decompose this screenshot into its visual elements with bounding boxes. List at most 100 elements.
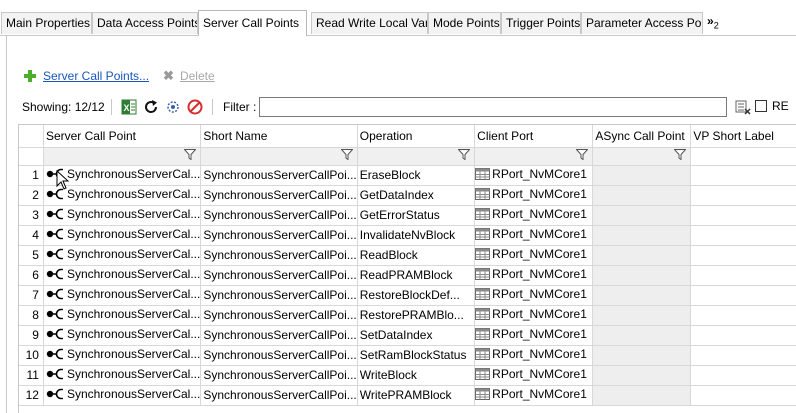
client-port-cell[interactable]: RPort_NvMCore1 <box>474 165 594 186</box>
short-name-cell[interactable]: SynchronousServerCallPoi... <box>200 365 358 386</box>
column-header-vp-short-label[interactable]: VP Short Label <box>690 125 796 148</box>
client-port-cell[interactable]: RPort_NvMCore1 <box>474 185 594 206</box>
tab-overflow-button[interactable]: »2 <box>707 12 719 32</box>
server-call-point-cell[interactable]: SynchronousServerCal... <box>43 265 202 286</box>
regex-checkbox[interactable] <box>755 100 767 112</box>
refresh-icon[interactable] <box>143 99 159 115</box>
short-name-cell[interactable]: SynchronousServerCallPoi... <box>200 385 358 406</box>
server-call-point-cell[interactable]: SynchronousServerCal... <box>43 285 202 306</box>
filter-funnel-icon[interactable] <box>457 149 471 163</box>
client-port-cell[interactable]: RPort_NvMCore1 <box>474 285 594 306</box>
tab-data-access-points[interactable]: Data Access Points <box>92 12 198 34</box>
async-call-point-cell[interactable] <box>592 165 692 186</box>
vp-short-label-cell[interactable] <box>690 205 796 226</box>
vp-short-label-cell[interactable] <box>690 345 796 366</box>
async-call-point-cell[interactable] <box>592 205 692 226</box>
operation-cell[interactable]: GetErrorStatus <box>357 205 476 226</box>
vp-short-label-cell[interactable] <box>690 245 796 266</box>
server-call-point-cell[interactable]: SynchronousServerCal... <box>43 325 202 346</box>
server-call-point-cell[interactable]: SynchronousServerCal... <box>43 365 202 386</box>
operation-cell[interactable]: RestoreBlockDef... <box>357 285 476 306</box>
filter-funnel-icon[interactable] <box>575 149 589 163</box>
async-call-point-cell[interactable] <box>592 185 692 206</box>
operation-cell[interactable]: ReadPRAMBlock <box>357 265 476 286</box>
vp-short-label-cell[interactable] <box>690 325 796 346</box>
column-header-client-port[interactable]: Client Port <box>474 125 594 148</box>
server-call-point-cell[interactable]: SynchronousServerCal... <box>43 345 202 366</box>
table-row[interactable]: 10 SynchronousServerCal... SynchronousServ… <box>19 345 796 366</box>
vp-short-label-cell[interactable] <box>690 225 796 246</box>
vp-short-label-cell[interactable] <box>690 265 796 286</box>
async-call-point-cell[interactable] <box>592 265 692 286</box>
table-row[interactable]: 1 SynchronousServerCal... SynchronousServe… <box>19 165 796 186</box>
filter-funnel-icon[interactable] <box>673 149 688 163</box>
server-call-point-cell[interactable]: SynchronousServerCal... <box>43 205 202 226</box>
tab-main-properties[interactable]: Main Properties <box>1 12 92 34</box>
operation-cell[interactable]: RestorePRAMBlo... <box>357 305 476 326</box>
tab-parameter-access-points[interactable]: Parameter Access Poi <box>581 12 703 34</box>
vp-short-label-cell[interactable] <box>690 305 796 326</box>
client-port-cell[interactable]: RPort_NvMCore1 <box>474 345 594 366</box>
async-call-point-cell[interactable] <box>592 325 692 346</box>
plus-icon[interactable] <box>23 69 37 83</box>
vp-short-label-cell[interactable] <box>690 285 796 306</box>
operation-cell[interactable]: InvalidateNvBlock <box>357 225 476 246</box>
column-header-server-call-point[interactable]: Server Call Point <box>43 125 202 148</box>
table-row[interactable]: 5 SynchronousServerCal... SynchronousServe… <box>19 245 796 266</box>
operation-cell[interactable]: EraseBlock <box>357 165 476 186</box>
column-header-short-name[interactable]: Short Name <box>200 125 358 148</box>
server-call-point-cell[interactable]: SynchronousServerCal... <box>43 185 202 206</box>
server-call-point-cell[interactable]: SynchronousServerCal... <box>43 165 202 186</box>
client-port-cell[interactable]: RPort_NvMCore1 <box>474 265 594 286</box>
short-name-cell[interactable]: SynchronousServerCallPoi... <box>200 265 358 286</box>
table-row[interactable]: 12 SynchronousServerCal... SynchronousServ… <box>19 385 796 406</box>
client-port-cell[interactable]: RPort_NvMCore1 <box>474 325 594 346</box>
filter-funnel-icon[interactable] <box>183 149 197 163</box>
async-call-point-cell[interactable] <box>592 305 692 326</box>
column-filter[interactable] <box>43 147 202 166</box>
client-port-cell[interactable]: RPort_NvMCore1 <box>474 365 594 386</box>
operation-cell[interactable]: ReadBlock <box>357 245 476 266</box>
vp-short-label-cell[interactable] <box>690 165 796 186</box>
client-port-cell[interactable]: RPort_NvMCore1 <box>474 305 594 326</box>
async-call-point-cell[interactable] <box>592 225 692 246</box>
short-name-cell[interactable]: SynchronousServerCallPoi... <box>200 165 358 186</box>
tab-server-call-points[interactable]: Server Call Points <box>198 10 307 36</box>
async-call-point-cell[interactable] <box>592 285 692 306</box>
async-call-point-cell[interactable] <box>592 365 692 386</box>
short-name-cell[interactable]: SynchronousServerCallPoi... <box>200 205 358 226</box>
vp-short-label-cell[interactable] <box>690 385 796 406</box>
filter-config-icon[interactable] <box>165 99 181 115</box>
add-server-call-points-link[interactable]: Server Call Points... <box>43 69 149 83</box>
table-row[interactable]: 2 SynchronousServerCal... SynchronousServe… <box>19 185 796 206</box>
column-filter[interactable] <box>200 147 358 166</box>
operation-cell[interactable]: WritePRAMBlock <box>357 385 476 406</box>
client-port-cell[interactable]: RPort_NvMCore1 <box>474 245 594 266</box>
vp-short-label-cell[interactable] <box>690 365 796 386</box>
client-port-cell[interactable]: RPort_NvMCore1 <box>474 225 594 246</box>
short-name-cell[interactable]: SynchronousServerCallPoi... <box>200 325 358 346</box>
filter-input[interactable] <box>259 97 727 117</box>
tab-mode-points[interactable]: Mode Points <box>428 12 501 34</box>
async-call-point-cell[interactable] <box>592 245 692 266</box>
column-filter[interactable] <box>474 147 594 166</box>
column-header-async-call-point[interactable]: ASync Call Point <box>592 125 692 148</box>
client-port-cell[interactable]: RPort_NvMCore1 <box>474 385 594 406</box>
server-call-point-cell[interactable]: SynchronousServerCal... <box>43 245 202 266</box>
table-row[interactable]: 4 SynchronousServerCal... SynchronousServe… <box>19 225 796 246</box>
table-row[interactable]: 9 SynchronousServerCal... SynchronousServe… <box>19 325 796 346</box>
tab-trigger-points[interactable]: Trigger Points <box>501 12 581 34</box>
tab-read-write-local-var[interactable]: Read Write Local Var <box>311 12 428 34</box>
column-header-operation[interactable]: Operation <box>357 125 476 148</box>
server-call-point-cell[interactable]: SynchronousServerCal... <box>43 385 202 406</box>
client-port-cell[interactable]: RPort_NvMCore1 <box>474 205 594 226</box>
operation-cell[interactable]: WriteBlock <box>357 365 476 386</box>
async-call-point-cell[interactable] <box>592 385 692 406</box>
short-name-cell[interactable]: SynchronousServerCallPoi... <box>200 305 358 326</box>
short-name-cell[interactable]: SynchronousServerCallPoi... <box>200 345 358 366</box>
no-entry-icon[interactable] <box>187 99 203 115</box>
table-row[interactable]: 3 SynchronousServerCal... SynchronousServe… <box>19 205 796 226</box>
clear-filter-icon[interactable] <box>735 99 751 118</box>
operation-cell[interactable]: SetRamBlockStatus <box>357 345 476 366</box>
table-row[interactable]: 6 SynchronousServerCal... SynchronousServe… <box>19 265 796 286</box>
